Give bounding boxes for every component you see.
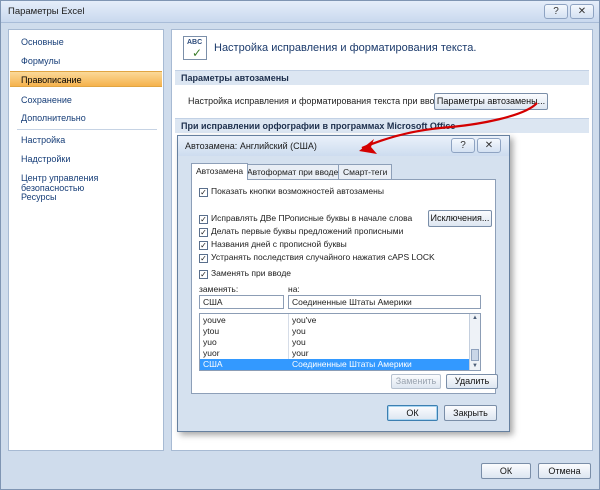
list-item-from: США [203,359,223,369]
autocorrect-panel: ✓ Показать кнопки возможностей автозамены… [191,179,498,394]
list-scrollbar[interactable]: ▲ ▼ [469,314,480,370]
autocorrect-list[interactable]: youve you've ytou you yuo you yuor your … [199,313,481,371]
replace-as-type-label: Заменять при вводе [211,268,292,278]
sidebar-item-formulas[interactable]: Формулы [10,53,162,69]
dialog-ok-button[interactable]: ОК [387,405,438,421]
list-item-to: you [292,337,306,347]
list-item[interactable]: yuo you [200,337,471,348]
show-buttons-checkbox[interactable]: ✓ [199,188,208,197]
tab-autocorrect[interactable]: Автозамена [191,163,249,180]
list-item[interactable]: ytou you [200,326,471,337]
autocorrect-description: Настройка исправления и форматирования т… [188,96,448,106]
list-item-selected[interactable]: США Соединенные Штаты Америки [200,359,471,370]
list-item-from: youve [203,315,226,325]
two-caps-label: Исправлять ДВе ПРописные буквы в начале … [211,213,413,223]
list-item-from: yuor [203,348,220,358]
dialog-title: Автозамена: Английский (США) [185,141,317,151]
show-buttons-option[interactable]: ✓ Показать кнопки возможностей автозамены [199,186,384,198]
scroll-thumb[interactable] [471,349,479,361]
scroll-down-icon[interactable]: ▼ [472,363,478,369]
window-title: Параметры Excel [8,6,85,17]
replace-as-type-option[interactable]: ✓ Заменять при вводе [199,268,291,280]
list-item-to: you [292,326,306,336]
day-names-label: Названия дней с прописной буквы [211,239,347,249]
page-title: Настройка исправления и форматирования т… [214,42,477,54]
sidebar-item-addins[interactable]: Надстройки [10,151,162,167]
list-item[interactable]: yuor your [200,348,471,359]
day-names-checkbox[interactable]: ✓ [199,241,208,250]
sidebar-item-customize[interactable]: Настройка [10,132,162,148]
with-input[interactable]: Соединенные Штаты Америки [288,295,481,309]
replace-button[interactable]: Заменить [391,374,441,389]
window-title-bar: Параметры Excel ? ✕ [1,1,599,23]
dialog-help-icon[interactable]: ? [451,138,475,153]
list-item-from: ytou [203,326,220,336]
two-caps-checkbox[interactable]: ✓ [199,215,208,224]
autocorrect-options-button[interactable]: Параметры автозамены... [434,93,548,110]
list-item[interactable]: youve you've [200,315,471,326]
replace-as-type-checkbox[interactable]: ✓ [199,270,208,279]
ok-button[interactable]: ОК [481,463,531,479]
autocorrect-dialog: Автозамена: Английский (США) ? ✕ Автозам… [177,135,510,432]
sidebar-item-general[interactable]: Основные [10,34,162,50]
list-item-to: Соединенные Штаты Америки [292,359,412,369]
replace-label: заменять: [199,284,239,294]
check-icon: ✓ [192,46,203,60]
first-letter-label: Делать первые буквы предложений прописны… [211,226,404,236]
first-letter-option[interactable]: ✓ Делать первые буквы предложений прописн… [199,226,403,238]
sidebar-item-resources[interactable]: Ресурсы [10,189,162,205]
tab-autoformat[interactable]: Автоформат при вводе [242,164,344,179]
replace-input[interactable]: США [199,295,284,309]
section-spelling-header: При исправлении орфографии в программах … [175,118,589,133]
abc-icon-text: ABC [187,39,203,46]
cancel-button[interactable]: Отмена [538,463,591,479]
tab-smart-tags[interactable]: Смарт-теги [338,164,393,179]
scroll-up-icon[interactable]: ▲ [472,315,478,321]
list-item-from: yuo [203,337,217,347]
day-names-option[interactable]: ✓ Названия дней с прописной буквы [199,239,347,251]
caps-lock-option[interactable]: ✓ Устранять последствия случайного нажати… [199,252,435,264]
dialog-title-bar: Автозамена: Английский (США) ? ✕ [178,136,509,156]
sidebar-divider [17,129,157,130]
sidebar-item-proofing[interactable]: Правописание [10,71,162,87]
dialog-close-button[interactable]: Закрыть [444,405,497,421]
abc-check-icon: ABC ✓ [183,36,207,60]
list-item-to: you've [292,315,317,325]
list-item-to: your [292,348,309,358]
delete-button[interactable]: Удалить [446,374,498,389]
show-buttons-label: Показать кнопки возможностей автозамены [211,186,384,196]
close-icon[interactable]: ✕ [570,4,594,19]
sidebar-item-save[interactable]: Сохранение [10,92,162,108]
sidebar-item-advanced[interactable]: Дополнительно [10,110,162,126]
caps-lock-label: Устранять последствия случайного нажатия… [211,252,435,262]
sidebar-nav: Основные Формулы Правописание Сохранение… [8,29,164,451]
with-label: на: [288,284,300,294]
caps-lock-checkbox[interactable]: ✓ [199,254,208,263]
first-letter-checkbox[interactable]: ✓ [199,228,208,237]
help-icon[interactable]: ? [544,4,568,19]
two-caps-option[interactable]: ✓ Исправлять ДВе ПРописные буквы в начале… [199,213,412,225]
dialog-close-icon[interactable]: ✕ [477,138,501,153]
section-autocorrect-header: Параметры автозамены [175,70,589,85]
sidebar-item-trust-center[interactable]: Центр управления безопасностью [10,170,162,193]
exceptions-button[interactable]: Исключения... [428,210,492,227]
